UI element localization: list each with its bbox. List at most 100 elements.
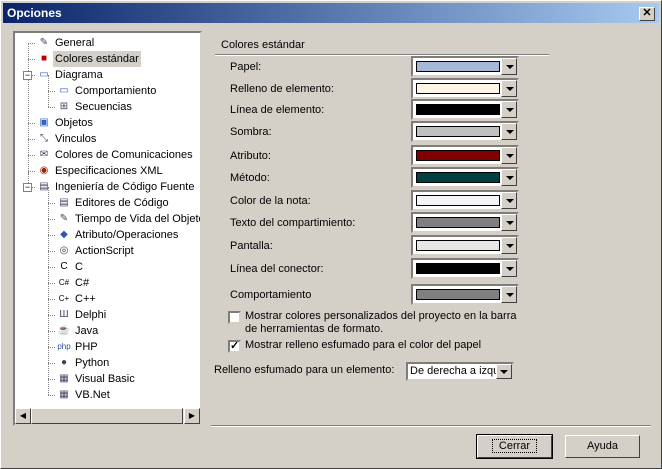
color-swatch [416,83,500,94]
dropdown-arrow [506,267,514,271]
collapse-icon[interactable]: − [23,71,32,80]
color-swatch [416,172,500,183]
color-swatch [416,289,500,300]
color-swatch [416,263,500,274]
tree-item-label: C++ [75,293,96,305]
color-swatch [416,126,500,137]
tree-line [48,235,55,236]
tree-line [28,139,35,140]
tree-item-label: Ingeniería de Código Fuente [55,181,195,193]
color-picker[interactable] [411,56,519,77]
chevron-down-icon[interactable] [501,101,517,118]
cpp-icon: C+ [58,294,70,303]
close-button[interactable]: Cerrar [476,434,553,459]
chevron-down-icon[interactable] [501,123,517,140]
color-picker[interactable] [411,167,519,188]
c-icon: C [60,261,68,272]
color-row-label: Texto del compartimiento: [230,217,356,229]
dropdown-arrow [506,244,514,248]
tree-line [48,251,55,252]
gradient-paper-checkbox[interactable]: ✓ [228,340,241,353]
gradient-paper-label: Mostrar relleno esfumado para el color d… [245,339,482,351]
close-button-label: Cerrar [491,439,538,453]
gradient-direction-select[interactable]: De derecha a izquierda [406,362,514,381]
tree-item-label: Editores de Código [75,197,169,209]
window-title: Opciones [7,6,62,20]
tree-line [48,395,55,396]
tree-line [48,203,55,204]
lifetime-icon: ✎ [59,213,69,224]
tree-line [28,123,35,124]
chevron-down-icon[interactable] [501,237,517,254]
gradient-element-label: Relleno esfumado para un elemento: [214,364,395,376]
tree-line [48,91,55,92]
tree-line [48,363,55,364]
chevron-down-icon[interactable] [501,214,517,231]
tree-item-label: Comportamiento [75,85,157,97]
custom-colors-label-line2: de herramientas de formato. [245,323,384,335]
communications-icon: ✉ [39,149,49,160]
color-swatch [416,240,500,251]
options-tree[interactable]: ✎ General ■ Colores estándar ▭ Diagrama − ▭ Comp… [13,31,202,426]
tree-item-label: Visual Basic [75,373,135,385]
scroll-left-icon[interactable]: ◀ [15,408,31,424]
color-picker[interactable] [411,145,519,166]
xml-icon: ◉ [39,165,49,176]
tree-line [28,171,35,172]
color-row-label: Papel: [230,61,262,73]
chevron-down-icon[interactable] [501,286,517,303]
tree-item-label: Java [75,325,99,337]
color-picker[interactable] [411,235,519,256]
color-row-label: Sombra: [230,126,272,138]
chevron-down-icon[interactable] [501,260,517,277]
chevron-down-icon[interactable] [501,80,517,97]
horizontal-scrollbar[interactable]: ◀ ▶ [15,408,200,424]
tree-item-label: Especificaciones XML [55,165,163,177]
chevron-down-icon[interactable] [501,192,517,209]
tree-line [48,107,55,108]
color-row-label: Línea de elemento: [230,104,325,116]
color-picker[interactable] [411,190,519,211]
dropdown-arrow [506,176,514,180]
color-picker[interactable] [411,78,519,99]
help-button[interactable]: Ayuda [565,435,640,458]
color-picker[interactable] [411,121,519,142]
color-row-label: Relleno de elemento: [230,83,334,95]
tree-line [28,43,29,183]
tree-item-label: Python [75,357,110,369]
footer-divider [211,425,651,427]
vbnet-icon: ▦ [59,389,69,400]
color-picker[interactable] [411,284,519,305]
chevron-down-icon[interactable] [501,169,517,186]
tree-line [48,315,55,316]
delphi-icon: Ш [59,309,69,320]
tree-item-label: Tiempo de Vida del Objeto [75,213,202,225]
dropdown-arrow [506,221,514,225]
scroll-thumb[interactable] [31,408,183,424]
custom-colors-checkbox[interactable] [228,311,241,324]
color-swatch [416,61,500,72]
close-icon[interactable]: ✕ [639,7,655,21]
chevron-down-icon[interactable] [501,58,517,75]
tree-item-label: Secuencias [75,101,132,113]
color-swatch [416,217,500,228]
colors-icon: ■ [40,53,48,64]
color-picker[interactable] [411,258,519,279]
color-row-label: Comportamiento [230,289,312,301]
tree-line [48,331,55,332]
tree-item-label: Atributo/Operaciones [75,229,179,241]
color-picker[interactable] [411,212,519,233]
objects-icon: ▣ [39,117,49,128]
chevron-down-icon[interactable] [496,364,512,379]
attribute-icon: ◆ [60,229,68,240]
tree-line [48,347,55,348]
title-bar: Opciones ✕ [3,3,659,23]
color-swatch [416,104,500,115]
scroll-right-icon[interactable]: ▶ [184,408,200,424]
collapse-icon[interactable]: − [23,183,32,192]
color-swatch [416,195,500,206]
color-picker[interactable] [411,99,519,120]
tree-item-label: Colores de Comunicaciones [55,149,193,161]
chevron-down-icon[interactable] [501,147,517,164]
tree-item-label: C# [75,277,90,289]
